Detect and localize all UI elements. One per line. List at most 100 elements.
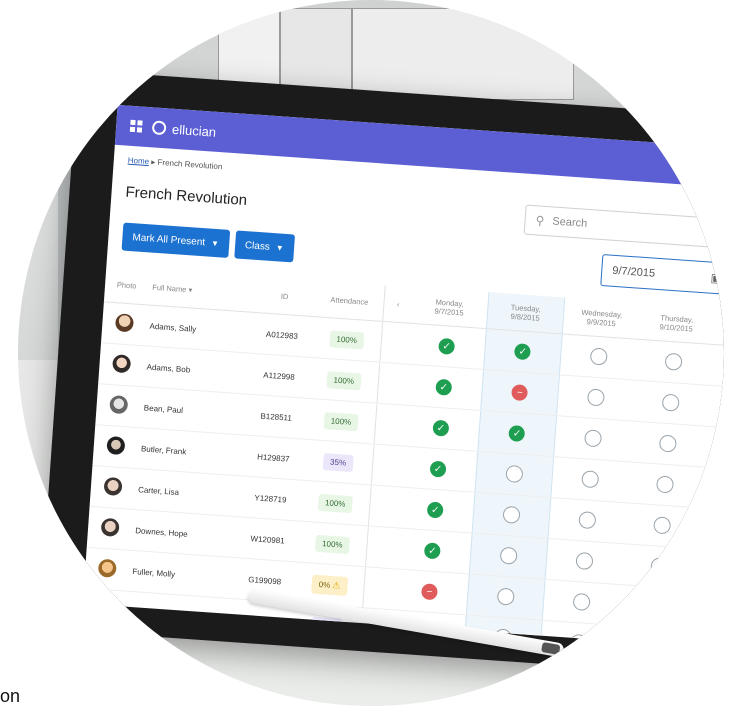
attendance-day-cell[interactable]: ✓ xyxy=(401,405,481,452)
empty-circle-icon[interactable] xyxy=(586,387,606,407)
nav-spacer xyxy=(374,403,405,447)
empty-circle-icon[interactable] xyxy=(569,633,588,649)
empty-circle-icon[interactable] xyxy=(572,592,591,611)
empty-circle-icon[interactable] xyxy=(589,346,608,366)
empty-circle-icon[interactable] xyxy=(581,469,600,488)
empty-circle-icon[interactable] xyxy=(664,352,683,371)
empty-circle-icon[interactable] xyxy=(661,393,681,412)
attendance-cell: 100% xyxy=(311,316,383,363)
attendance-day-cell[interactable] xyxy=(547,497,627,544)
attendance-day-cell[interactable] xyxy=(466,573,546,621)
attendance-day-cell[interactable] xyxy=(474,451,554,498)
absent-minus-icon[interactable]: − xyxy=(511,384,529,402)
more-vertical-icon[interactable]: ⋮ xyxy=(708,522,721,537)
attendance-day-cell[interactable]: − xyxy=(390,568,469,615)
empty-circle-icon[interactable] xyxy=(644,638,663,649)
row-more-cell[interactable]: ⋮ xyxy=(701,467,724,511)
user-avatar-icon[interactable]: ● xyxy=(708,158,724,176)
attendance-day-cell[interactable]: ✓ xyxy=(483,328,563,375)
attendance-day-cell[interactable] xyxy=(632,380,710,427)
student-name[interactable]: Adams, Sally xyxy=(144,304,253,354)
attendance-day-cell[interactable]: ✓ xyxy=(404,364,484,411)
check-icon[interactable]: ✓ xyxy=(508,424,526,443)
photo-cell xyxy=(82,588,128,633)
attendance-day-cell[interactable] xyxy=(468,533,548,580)
attendance-day-cell[interactable] xyxy=(545,538,624,585)
more-vertical-icon[interactable]: ⋮ xyxy=(705,563,718,578)
empty-circle-icon[interactable] xyxy=(505,464,524,483)
check-icon[interactable]: ✓ xyxy=(432,419,450,437)
check-icon[interactable]: ✓ xyxy=(438,337,456,355)
attendance-day-cell[interactable]: − xyxy=(480,369,560,416)
attendance-day-cell[interactable] xyxy=(620,543,699,590)
more-vertical-icon[interactable]: ⋮ xyxy=(717,399,724,414)
avatar xyxy=(108,395,128,415)
more-vertical-icon[interactable]: ⋮ xyxy=(702,604,715,619)
attendance-day-cell[interactable] xyxy=(556,374,635,422)
empty-circle-icon[interactable] xyxy=(650,556,669,575)
photo-background: ellucian ⚙ ● S Home ▸ French Revolution … xyxy=(18,0,724,706)
attendance-day-cell[interactable] xyxy=(623,502,702,549)
empty-circle-icon[interactable] xyxy=(575,551,594,570)
check-icon[interactable]: ✓ xyxy=(435,378,453,396)
header-day-monday: Monday, 9/7/2015 xyxy=(410,286,489,329)
attendance-day-cell[interactable] xyxy=(542,579,621,626)
breadcrumb-home-link[interactable]: Home xyxy=(128,156,150,166)
empty-circle-icon[interactable] xyxy=(584,428,603,447)
empty-circle-icon[interactable] xyxy=(656,474,675,494)
check-icon[interactable]: ✓ xyxy=(426,501,444,519)
student-name[interactable]: Ginsburg, Andy xyxy=(124,591,233,640)
empty-circle-icon[interactable] xyxy=(659,434,678,453)
check-icon[interactable]: ✓ xyxy=(514,343,532,361)
student-name[interactable]: Butler, Frank xyxy=(135,427,245,476)
row-more-cell[interactable]: ⋮ xyxy=(695,548,724,592)
attendance-day-cell[interactable] xyxy=(550,456,630,503)
attendance-day-cell[interactable]: ✓ xyxy=(477,410,557,457)
attendance-badge: 100% xyxy=(317,493,354,513)
attendance-day-cell[interactable] xyxy=(553,415,633,462)
row-more-cell[interactable]: ⋮ xyxy=(709,344,724,388)
attendance-day-cell[interactable] xyxy=(629,421,708,468)
photo-cell xyxy=(83,547,130,592)
attendance-day-cell[interactable] xyxy=(617,584,696,631)
student-name[interactable]: Downes, Hope xyxy=(129,509,239,558)
class-dropdown-button[interactable]: Class ▼ xyxy=(233,230,295,263)
check-icon[interactable]: ✓ xyxy=(429,460,447,478)
empty-circle-icon[interactable] xyxy=(499,546,518,565)
apps-grid-icon[interactable] xyxy=(129,119,143,133)
attendance-day-cell[interactable]: ✓ xyxy=(407,323,487,370)
attendance-day-cell[interactable] xyxy=(471,492,551,539)
empty-circle-icon[interactable] xyxy=(502,505,521,524)
attendance-day-cell[interactable] xyxy=(559,333,638,381)
header-day-wednesday: Wednesday, 9/9/2015 xyxy=(562,297,641,340)
check-icon[interactable]: ✓ xyxy=(423,542,441,560)
empty-circle-icon[interactable] xyxy=(496,587,515,606)
sort-down-icon[interactable]: ▾ xyxy=(188,285,192,294)
empty-circle-icon[interactable] xyxy=(647,597,666,616)
student-name[interactable]: Bean, Paul xyxy=(138,386,247,435)
row-more-cell[interactable]: ⋮ xyxy=(707,385,724,429)
row-more-cell[interactable]: ⋮ xyxy=(698,508,724,552)
date-picker[interactable]: 9/7/2015 ▣ xyxy=(600,254,724,296)
empty-circle-icon[interactable] xyxy=(653,515,672,534)
attendance-day-cell[interactable]: ✓ xyxy=(393,527,472,574)
attendance-day-cell[interactable]: ✓ xyxy=(396,486,475,534)
chevron-down-icon: ▼ xyxy=(275,242,285,253)
absent-minus-icon[interactable]: − xyxy=(420,583,439,601)
attendance-day-cell[interactable] xyxy=(634,339,713,386)
row-more-cell[interactable]: ⋮ xyxy=(692,589,724,633)
attendance-day-cell[interactable]: ✓ xyxy=(399,446,478,493)
header-photo: Photo xyxy=(103,265,150,305)
more-vertical-icon[interactable]: ⋮ xyxy=(714,440,724,455)
previous-week-button[interactable]: ‹ xyxy=(382,284,414,324)
more-vertical-icon[interactable]: ⋮ xyxy=(711,481,724,496)
more-vertical-icon[interactable]: ⋮ xyxy=(720,359,724,374)
mark-all-present-button[interactable]: Mark All Present ▼ xyxy=(121,222,230,258)
empty-circle-icon[interactable] xyxy=(578,510,597,529)
row-more-cell[interactable]: ⋮ xyxy=(704,426,724,470)
settings-gear-icon[interactable]: ⚙ xyxy=(678,156,692,174)
more-vertical-icon[interactable]: ⋮ xyxy=(700,645,713,648)
attendance-day-cell[interactable] xyxy=(626,461,705,509)
row-more-cell[interactable]: ⋮ xyxy=(689,630,723,649)
next-week-button[interactable]: › xyxy=(712,308,724,347)
